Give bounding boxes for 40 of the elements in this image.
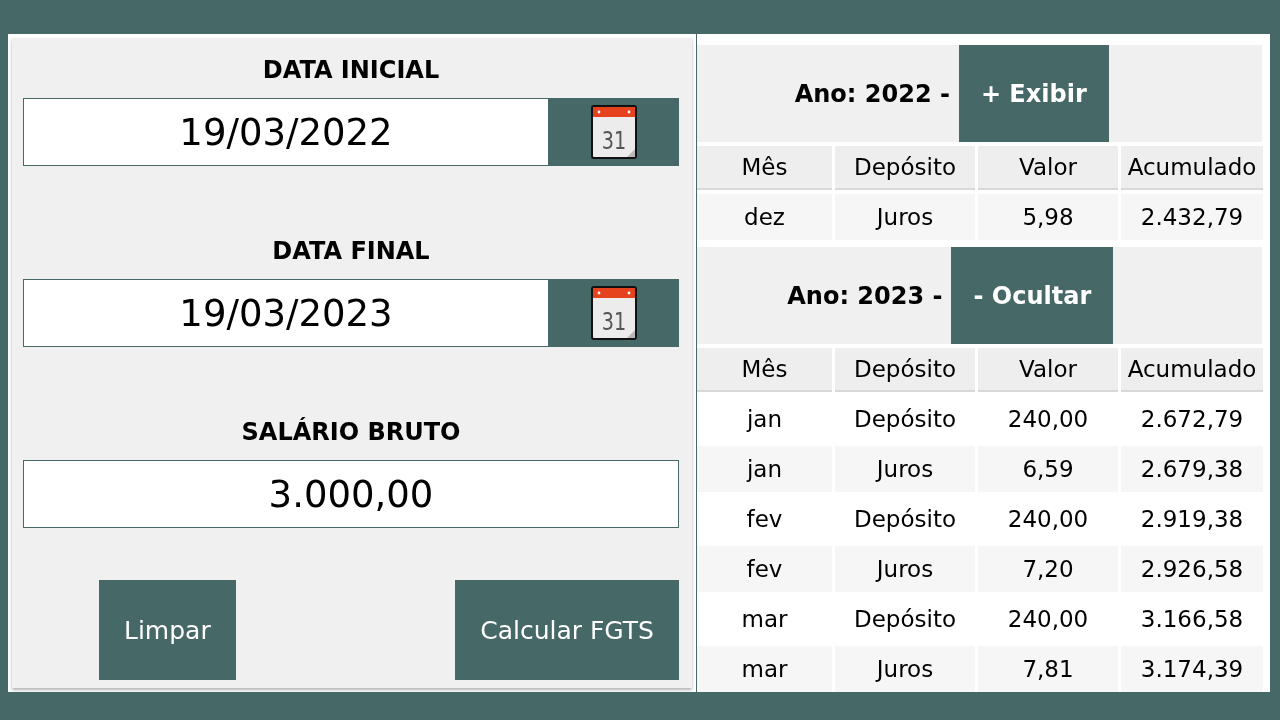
column-header: Valor xyxy=(978,348,1118,392)
column-header: Acumulado xyxy=(1121,146,1263,190)
table-cell: 7,20 xyxy=(978,546,1118,592)
table-cell: 5,98 xyxy=(978,194,1118,240)
date-field[interactable]: 19/03/2023 xyxy=(23,279,548,347)
table-cell: 2.432,79 xyxy=(1121,194,1263,240)
table-cell: Juros xyxy=(835,194,975,240)
table-cell: Juros xyxy=(835,446,975,492)
table-cell: fev xyxy=(697,546,832,592)
table-cell: Juros xyxy=(835,546,975,592)
table-cell: 3.174,39 xyxy=(1121,646,1263,692)
calendar-button[interactable]: 31 xyxy=(548,279,679,347)
table-cell: 2.679,38 xyxy=(1121,446,1263,492)
field-label: SALÁRIO BRUTO xyxy=(241,416,461,448)
table-cell: 7,81 xyxy=(978,646,1118,692)
table-cell: 6,59 xyxy=(978,446,1118,492)
action-button[interactable]: Calcular FGTS xyxy=(455,580,679,680)
column-header: Acumulado xyxy=(1121,348,1263,392)
toggle-button[interactable]: - Ocultar xyxy=(951,247,1114,344)
year-label: Ano: 2022 - xyxy=(794,79,950,108)
field-label: DATA INICIAL xyxy=(262,55,440,86)
number-field[interactable]: 3.000,00 xyxy=(23,460,679,528)
field-label: DATA FINAL xyxy=(272,236,430,267)
column-header: Valor xyxy=(978,146,1118,190)
calendar-icon: 31 xyxy=(590,286,637,340)
column-header: Depósito xyxy=(835,348,975,392)
column-header: Mês xyxy=(697,348,832,392)
table-cell: 2.926,58 xyxy=(1121,546,1263,592)
table-cell: Juros xyxy=(835,646,975,692)
table-cell: mar xyxy=(697,646,832,692)
toggle-button[interactable]: + Exibir xyxy=(958,45,1109,142)
table-cell: dez xyxy=(697,194,832,240)
action-button[interactable]: Limpar xyxy=(99,580,236,680)
column-header: Mês xyxy=(697,146,832,190)
calendar-icon: 31 xyxy=(590,105,637,159)
column-header: Depósito xyxy=(835,146,975,190)
calendar-button[interactable]: 31 xyxy=(548,98,679,166)
year-label: Ano: 2023 - xyxy=(787,281,943,310)
table-cell: jan xyxy=(697,446,832,492)
date-field[interactable]: 19/03/2022 xyxy=(23,98,548,166)
